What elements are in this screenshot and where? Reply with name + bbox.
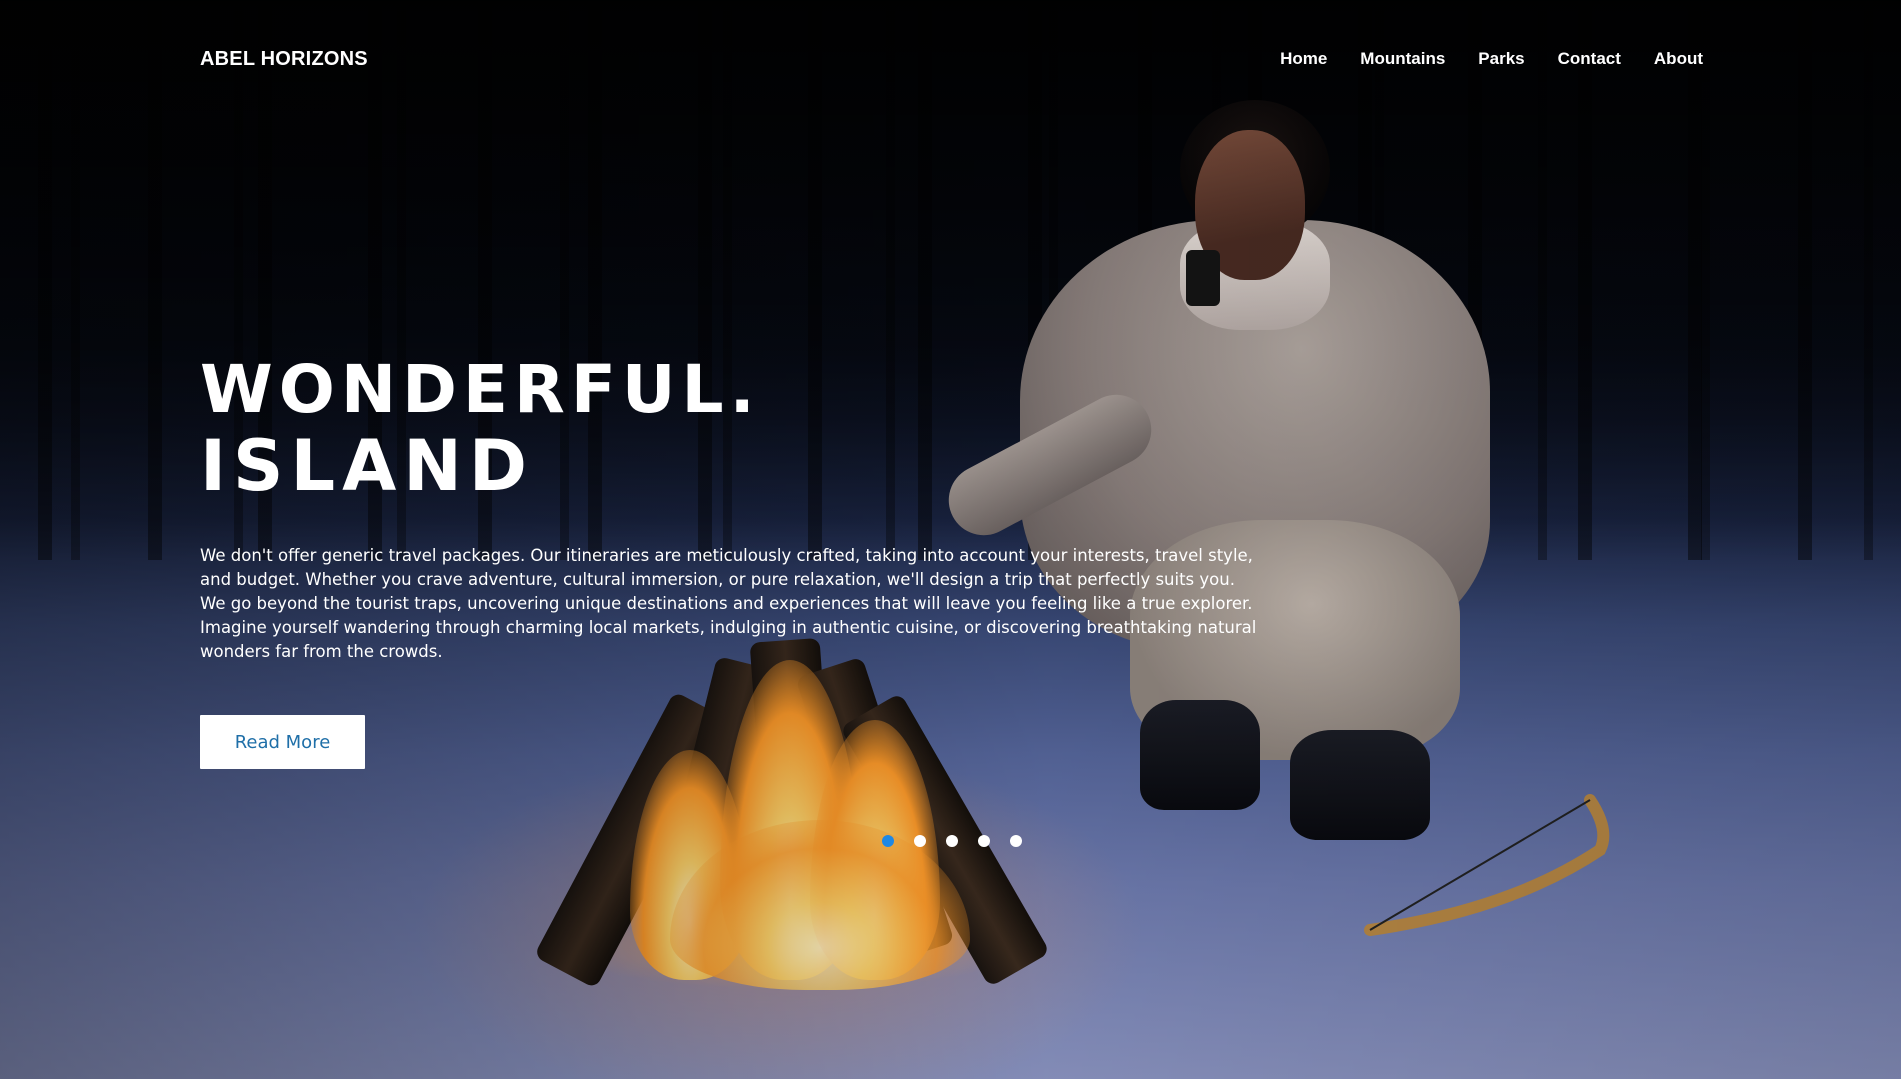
nav-item-contact[interactable]: Contact [1558,49,1621,69]
slider-dot-3[interactable] [946,835,958,847]
brand-logo[interactable]: ABEL HORIZONS [200,48,368,71]
slider-dot-1[interactable] [882,835,894,847]
nav-item-home[interactable]: Home [1280,49,1327,69]
slider-dot-5[interactable] [1010,835,1022,847]
read-more-button[interactable]: Read More [200,715,365,769]
hero-title-line2: ISLAND [200,425,534,507]
nav-item-mountains[interactable]: Mountains [1360,49,1445,69]
hero-background-image [0,0,1901,1079]
nav-item-about[interactable]: About [1654,49,1703,69]
nav-item-parks[interactable]: Parks [1478,49,1524,69]
slider-dot-2[interactable] [914,835,926,847]
hero-title: WONDERFUL. ISLAND [200,351,761,507]
hero-title-line1: WONDERFUL. [200,351,761,428]
slider-dots [882,835,1022,847]
site-header: ABEL HORIZONS Home Mountains Parks Conta… [0,0,1901,120]
slider-dot-4[interactable] [978,835,990,847]
hero-description: We don't offer generic travel packages. … [200,546,1257,661]
main-nav: Home Mountains Parks Contact About [1280,49,1703,69]
